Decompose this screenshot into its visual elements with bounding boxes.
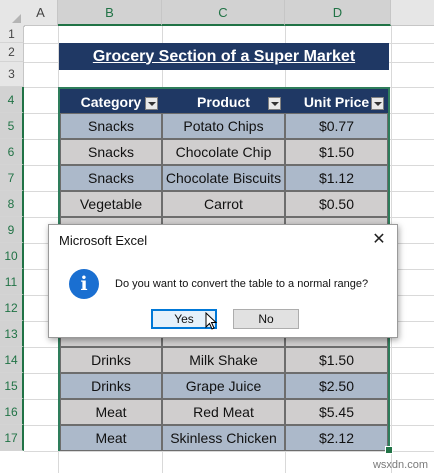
table-cell[interactable]: $2.12	[285, 425, 388, 451]
row-header-7[interactable]: 7	[0, 165, 24, 191]
table-cell[interactable]: Snacks	[60, 113, 162, 139]
table-cell[interactable]: Red Meat	[162, 399, 285, 425]
row-header-6[interactable]: 6	[0, 139, 24, 165]
row-header-16[interactable]: 16	[0, 399, 24, 425]
table-cell[interactable]: $2.50	[285, 373, 388, 399]
row-header-15[interactable]: 15	[0, 373, 24, 399]
row-header-5[interactable]: 5	[0, 113, 24, 139]
info-icon: i	[69, 269, 99, 299]
mouse-cursor-icon	[205, 312, 218, 330]
column-header-c[interactable]: C	[162, 0, 285, 26]
table-cell[interactable]: Skinless Chicken	[162, 425, 285, 451]
filter-dropdown-icon[interactable]	[268, 97, 281, 110]
table-cell[interactable]: $1.12	[285, 165, 388, 191]
column-header-a[interactable]: A	[24, 0, 58, 26]
table-cell[interactable]: Vegetable	[60, 191, 162, 217]
gridline	[24, 451, 434, 452]
table-cell[interactable]: Carrot	[162, 191, 285, 217]
filter-dropdown-icon[interactable]	[371, 97, 384, 110]
table-cell[interactable]: Snacks	[60, 139, 162, 165]
table-cell[interactable]: Drinks	[60, 347, 162, 373]
row-header-11[interactable]: 11	[0, 269, 24, 295]
row-header-13[interactable]: 13	[0, 321, 24, 347]
convert-range-dialog: Microsoft Excel ✕ i Do you want to conve…	[48, 224, 398, 338]
row-header-1[interactable]: 1	[0, 26, 24, 43]
dialog-message: Do you want to convert the table to a no…	[115, 278, 369, 290]
watermark: wsxdn.com	[372, 459, 428, 471]
table-cell[interactable]: $1.50	[285, 347, 388, 373]
row-header-14[interactable]: 14	[0, 347, 24, 373]
filter-dropdown-icon[interactable]	[145, 97, 158, 110]
table-cell[interactable]: $1.50	[285, 139, 388, 165]
table-cell[interactable]: Chocolate Chip	[162, 139, 285, 165]
row-header-2[interactable]: 2	[0, 43, 24, 62]
table-cell[interactable]: Snacks	[60, 165, 162, 191]
row-header-4[interactable]: 4	[0, 87, 24, 113]
table-cell[interactable]: Drinks	[60, 373, 162, 399]
row-header-9[interactable]: 9	[0, 217, 24, 243]
table-cell[interactable]: $0.77	[285, 113, 388, 139]
dialog-title: Microsoft Excel	[59, 233, 148, 248]
column-header-d[interactable]: D	[285, 0, 391, 26]
dialog-body: i Do you want to convert the table to a …	[49, 253, 397, 301]
table-cell[interactable]: Meat	[60, 425, 162, 451]
no-button[interactable]: No	[233, 309, 299, 329]
table-cell[interactable]: Milk Shake	[162, 347, 285, 373]
table-cell[interactable]: $5.45	[285, 399, 388, 425]
sheet-title[interactable]: Grocery Section of a Super Market	[59, 43, 389, 70]
column-header-cell[interactable]: Category	[60, 89, 162, 114]
row-header-12[interactable]: 12	[0, 295, 24, 321]
column-header-cell[interactable]: Unit Price	[285, 89, 388, 114]
table-cell[interactable]: Potato Chips	[162, 113, 285, 139]
table-cell[interactable]: Meat	[60, 399, 162, 425]
fill-handle[interactable]	[385, 446, 393, 454]
table-cell[interactable]: $0.50	[285, 191, 388, 217]
row-header-3[interactable]: 3	[0, 62, 24, 87]
row-header-17[interactable]: 17	[0, 425, 24, 451]
column-header-b[interactable]: B	[58, 0, 162, 26]
table-cell[interactable]: Grape Juice	[162, 373, 285, 399]
row-header-10[interactable]: 10	[0, 243, 24, 269]
table-cell[interactable]: Chocolate Biscuits	[162, 165, 285, 191]
close-icon[interactable]: ✕	[369, 229, 389, 249]
row-header-8[interactable]: 8	[0, 191, 24, 217]
column-header-e[interactable]	[391, 0, 434, 26]
select-all-corner[interactable]	[0, 0, 25, 27]
column-header-cell[interactable]: Product	[162, 89, 285, 114]
